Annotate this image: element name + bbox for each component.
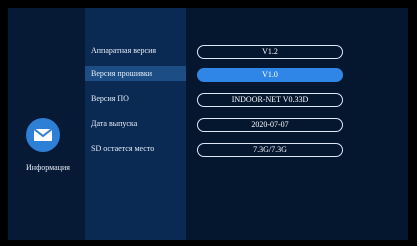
sd-space-value: 7.3G/7.3G — [197, 143, 343, 157]
settings-menu: Аппаратная версия Версия прошивки Версия… — [85, 8, 186, 240]
release-date-value: 2020-07-07 — [197, 118, 343, 132]
info-label: Информация — [26, 163, 70, 172]
menu-item-software-version[interactable]: Версия ПО — [85, 91, 186, 106]
firmware-version-value: V1.0 — [197, 68, 343, 82]
info-button[interactable] — [26, 118, 60, 152]
menu-item-release-date[interactable]: Дата выпуска — [85, 116, 186, 131]
software-version-value: INDOOR-NET V0.33D — [197, 93, 343, 107]
envelope-icon — [33, 128, 53, 141]
device-screen: Информация Аппаратная версия Версия прош… — [8, 8, 408, 240]
menu-item-sd-space[interactable]: SD остается место — [85, 141, 186, 156]
hardware-version-value: V1.2 — [197, 45, 343, 59]
menu-item-firmware-version[interactable]: Версия прошивки — [85, 66, 186, 81]
menu-item-hardware-version[interactable]: Аппаратная версия — [85, 43, 186, 58]
left-panel: Информация — [8, 8, 85, 240]
